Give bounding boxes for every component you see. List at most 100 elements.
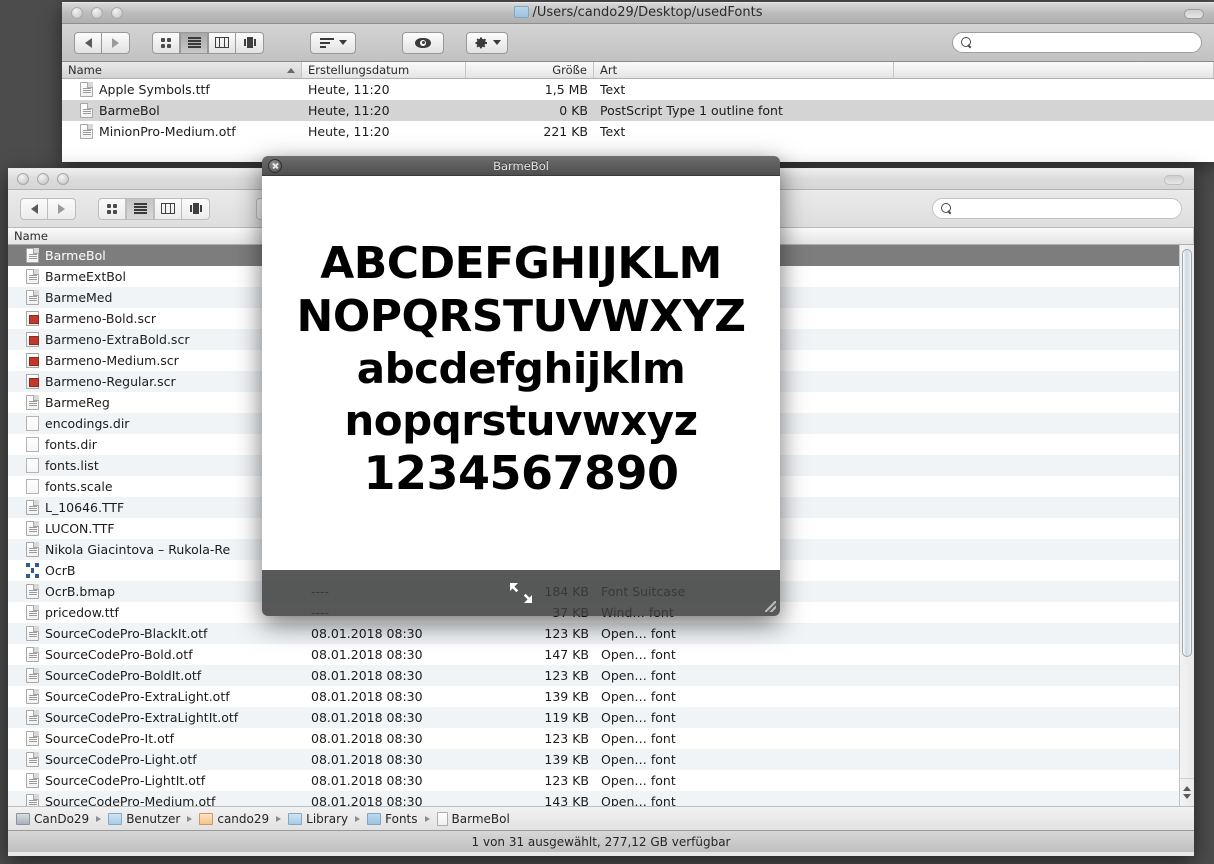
minimize-button[interactable] — [37, 173, 49, 185]
breadcrumb-item[interactable]: Library — [288, 812, 348, 826]
search-field[interactable] — [952, 32, 1202, 53]
forward-arrow-icon — [112, 37, 119, 48]
table-row[interactable]: SourceCodePro-LightIt.otf 08.01.2018 08:3… — [8, 770, 1194, 791]
icon-view-button[interactable] — [152, 31, 180, 54]
disk-icon — [16, 812, 30, 825]
file-name-cell: SourceCodePro-LightIt.otf — [8, 773, 305, 788]
action-menu-button[interactable] — [466, 31, 508, 54]
column-header-label: Erstellungsdatum — [308, 63, 410, 77]
coverflow-view-button[interactable] — [236, 31, 264, 54]
file-name-label: encodings.dir — [45, 416, 130, 431]
icon-view-button[interactable] — [98, 197, 126, 220]
search-field[interactable] — [932, 198, 1182, 219]
breadcrumb-item[interactable]: cando29 — [199, 812, 269, 826]
table-row[interactable]: SourceCodePro-ExtraLight.otf 08.01.2018 0… — [8, 686, 1194, 707]
list-view-button[interactable] — [126, 197, 154, 220]
minimize-button[interactable] — [91, 7, 103, 19]
column-header-kind[interactable]: Art — [594, 62, 894, 78]
column-view-button[interactable] — [208, 31, 236, 54]
resize-grip[interactable] — [765, 601, 776, 612]
navigation-buttons[interactable] — [20, 197, 76, 220]
quicklook-footer[interactable] — [262, 570, 780, 616]
navigation-buttons[interactable] — [74, 31, 130, 54]
zoom-button[interactable] — [111, 7, 123, 19]
file-list[interactable]: Apple Symbols.ttf Heute, 11:20 1,5 MB Text B… — [62, 79, 1214, 162]
vertical-scrollbar[interactable] — [1179, 245, 1194, 806]
breadcrumb-label: BarmeBol — [451, 811, 510, 826]
list-view-icon — [187, 37, 201, 48]
table-row[interactable]: SourceCodePro-BlackIt.otf 08.01.2018 08:3… — [8, 623, 1194, 644]
view-mode-buttons[interactable] — [152, 31, 264, 54]
breadcrumb-item[interactable]: BarmeBol — [436, 811, 510, 826]
toolbar[interactable] — [62, 24, 1214, 62]
file-name-cell: SourceCodePro-ExtraLight.otf — [8, 689, 305, 704]
table-row[interactable]: MinionPro-Medium.otf Heute, 11:20 221 KB Te… — [62, 121, 1214, 142]
quicklook-button[interactable] — [402, 31, 444, 54]
column-header-label: Größe — [552, 63, 587, 77]
breadcrumb[interactable]: CanDo29 Benutzer cando29 Library Fonts BarmeB… — [8, 806, 1194, 830]
column-view-button[interactable] — [154, 197, 182, 220]
table-row[interactable]: SourceCodePro-Bold.otf 08.01.2018 08:30 14… — [8, 644, 1194, 665]
search-input[interactable] — [956, 201, 1156, 216]
table-row[interactable]: SourceCodePro-BoldIt.otf 08.01.2018 08:30… — [8, 665, 1194, 686]
toolbar-toggle-button[interactable] — [1184, 9, 1204, 19]
breadcrumb-item[interactable]: CanDo29 — [16, 812, 89, 826]
fullscreen-icon[interactable] — [507, 581, 535, 605]
font-file-icon — [26, 668, 39, 683]
breadcrumb-separator-icon — [187, 815, 193, 822]
close-button[interactable] — [71, 7, 83, 19]
quicklook-titlebar[interactable]: BarmeBol — [262, 156, 780, 176]
file-kind-cell: PostScript Type 1 outline font — [600, 103, 783, 118]
column-header-size[interactable]: Größe — [466, 62, 594, 78]
traffic-light-group[interactable] — [8, 173, 69, 185]
view-mode-buttons[interactable] — [98, 197, 210, 220]
table-row[interactable]: SourceCodePro-Light.otf 08.01.2018 08:30 1… — [8, 749, 1194, 770]
toolbar-toggle-button[interactable] — [1164, 175, 1184, 185]
quicklook-preview-window[interactable]: BarmeBol ABCDEFGHIJKLM NOPQRSTUVWXYZ abcde… — [262, 156, 780, 616]
forward-button[interactable] — [102, 31, 130, 54]
table-row[interactable]: Apple Symbols.ttf Heute, 11:20 1,5 MB Text — [62, 79, 1214, 100]
close-button[interactable] — [17, 173, 29, 185]
coverflow-view-button[interactable] — [182, 197, 210, 220]
table-row[interactable]: SourceCodePro-ExtraLightIt.otf 08.01.2018… — [8, 707, 1194, 728]
scroll-up-icon[interactable] — [1183, 786, 1191, 791]
file-name-cell: Apple Symbols.ttf — [62, 82, 302, 97]
font-file-icon — [26, 521, 39, 536]
forward-button[interactable] — [48, 197, 76, 220]
column-headers[interactable]: Name Erstellungsdatum Größe Art — [62, 62, 1214, 79]
scroll-down-icon[interactable] — [1183, 794, 1191, 799]
file-name-cell: BarmeReg — [8, 395, 305, 410]
file-name-cell: Barmeno-Bold.scr — [8, 311, 305, 326]
search-icon — [941, 203, 952, 214]
arrange-button[interactable] — [310, 31, 356, 54]
file-kind-cell: Open… font — [601, 794, 676, 806]
finder-window-usedfonts[interactable]: /Users/cando29/Desktop/usedFonts Name Er… — [62, 2, 1214, 162]
file-date-cell: 08.01.2018 08:30 — [311, 710, 423, 725]
column-header-label: Name — [68, 63, 102, 77]
table-row[interactable]: BarmeBol Heute, 11:20 0 KB PostScript Type … — [62, 100, 1214, 121]
back-button[interactable] — [20, 197, 48, 220]
breadcrumb-item[interactable]: Fonts — [367, 811, 418, 826]
search-input[interactable] — [976, 35, 1176, 50]
table-row[interactable]: SourceCodePro-Medium.otf 08.01.2018 08:30… — [8, 791, 1194, 806]
font-file-icon — [26, 269, 39, 284]
table-row[interactable]: SourceCodePro-It.otf 08.01.2018 08:30 123 … — [8, 728, 1194, 749]
chevron-down-icon — [338, 40, 347, 45]
file-icon — [436, 811, 448, 826]
scrollbar-thumb[interactable] — [1182, 249, 1192, 657]
column-header-name[interactable]: Name — [8, 228, 305, 244]
list-view-button[interactable] — [180, 31, 208, 54]
zoom-button[interactable] — [57, 173, 69, 185]
scroll-arrow-buttons[interactable] — [1180, 778, 1194, 806]
coverflow-view-icon — [189, 203, 202, 214]
script-file-icon — [26, 311, 39, 326]
column-header-name[interactable]: Name — [62, 62, 302, 78]
titlebar[interactable]: /Users/cando29/Desktop/usedFonts — [62, 2, 1214, 24]
back-button[interactable] — [74, 31, 102, 54]
plain-file-icon — [26, 458, 39, 473]
traffic-light-group[interactable] — [62, 7, 123, 19]
column-header-date[interactable]: Erstellungsdatum — [302, 62, 466, 78]
quicklook-title: BarmeBol — [493, 158, 549, 173]
breadcrumb-item[interactable]: Benutzer — [108, 812, 180, 826]
breadcrumb-label: Fonts — [385, 811, 418, 826]
